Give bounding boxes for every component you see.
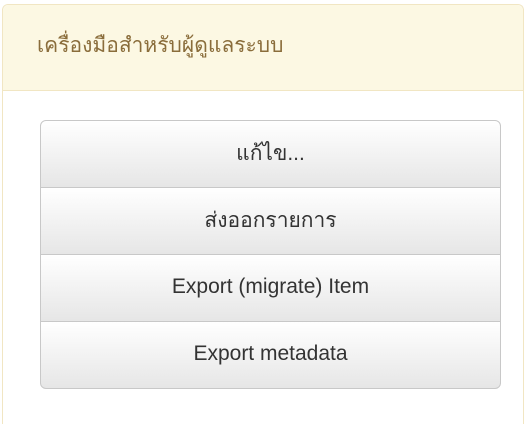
panel-title: เครื่องมือสำหรับผู้ดูแลระบบ xyxy=(37,34,284,57)
export-item-button[interactable]: ส่งออกรายการ xyxy=(40,187,501,255)
admin-tools-panel: เครื่องมือสำหรับผู้ดูแลระบบ แก้ไข... ส่ง… xyxy=(2,4,524,424)
edit-button-label: แก้ไข... xyxy=(236,141,305,165)
export-item-button-label: ส่งออกรายการ xyxy=(204,208,337,232)
export-migrate-item-button-label: Export (migrate) Item xyxy=(171,275,370,298)
panel-heading: เครื่องมือสำหรับผู้ดูแลระบบ xyxy=(3,5,523,91)
export-migrate-item-button[interactable]: Export (migrate) Item xyxy=(40,254,501,322)
export-metadata-button[interactable]: Export metadata xyxy=(40,321,501,389)
edit-button[interactable]: แก้ไข... xyxy=(40,120,501,188)
admin-actions-button-group: แก้ไข... ส่งออกรายการ Export (migrate) I… xyxy=(40,120,501,389)
export-metadata-button-label: Export metadata xyxy=(193,342,348,365)
